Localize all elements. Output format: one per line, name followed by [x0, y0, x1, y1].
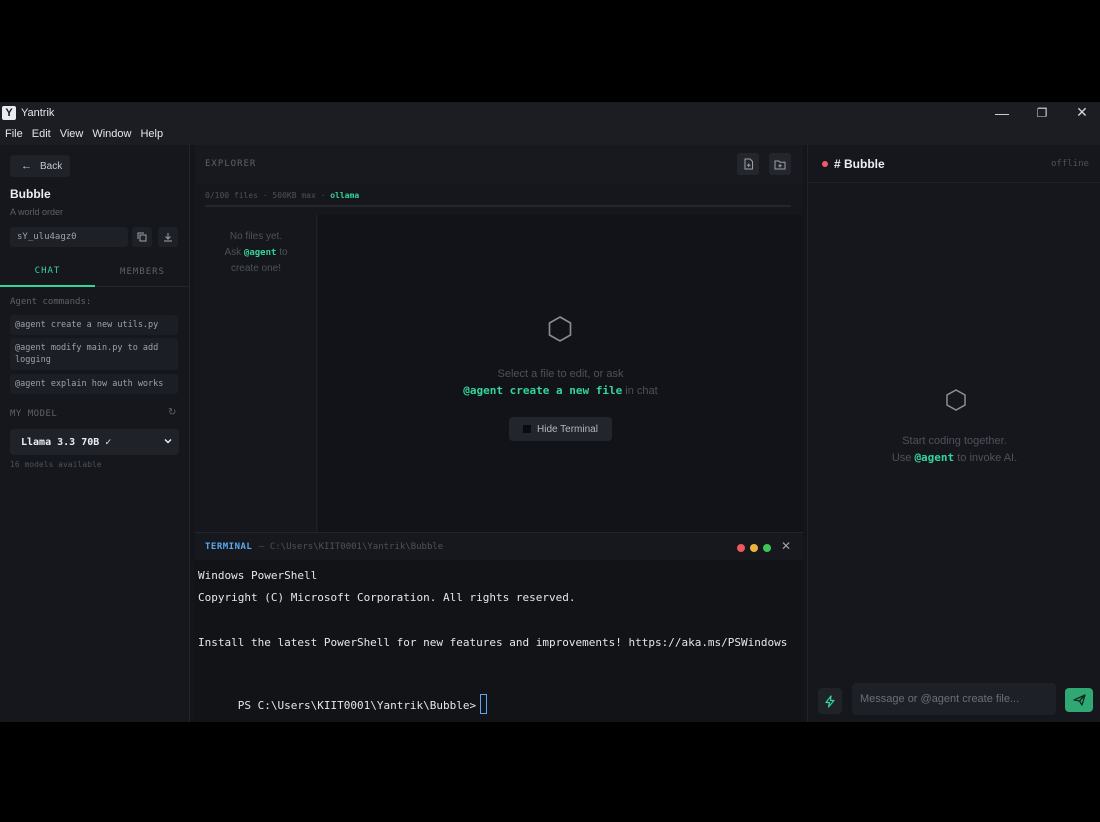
- refresh-icon[interactable]: ↻: [168, 407, 176, 418]
- send-icon: [1072, 694, 1086, 706]
- storage-bar: [205, 205, 791, 207]
- agent-command-item[interactable]: @agent modify main.py to add logging: [10, 338, 178, 370]
- models-available: 16 models available: [10, 460, 102, 469]
- agent-command-item[interactable]: @agent create a new utils.py: [10, 315, 178, 335]
- minimize-button[interactable]: —: [982, 102, 1022, 123]
- download-icon: [164, 233, 172, 242]
- chevron-down-icon: [164, 438, 172, 444]
- terminal-line: Install the latest PowerShell for new fe…: [198, 636, 788, 649]
- arrow-left-icon: ←: [21, 160, 32, 172]
- no-files-message: No files yet. Ask @agent to create one!: [195, 229, 317, 277]
- app-window: Y Yantrik — ❐ ✕ File Edit View Window He…: [0, 102, 1100, 722]
- terminal-prompt[interactable]: PS C:\Users\KIIT0001\Yantrik\Bubble>: [198, 681, 488, 722]
- file-stats-text: 0/100 files · 500KB max ·: [205, 191, 331, 200]
- no-files-to: to: [276, 247, 288, 258]
- editor-hint: Select a file to edit, or ask: [497, 368, 624, 380]
- close-window-button[interactable]: ✕: [1062, 102, 1100, 123]
- menu-edit[interactable]: Edit: [32, 128, 51, 140]
- terminal-dot-green: [763, 544, 771, 552]
- terminal-path: — C:\Users\KIIT0001\Yantrik\Bubble: [259, 542, 444, 552]
- connection-status: offline: [1051, 159, 1089, 169]
- copy-code-button[interactable]: [132, 227, 152, 247]
- editor-hint-command: @agent create a new file in chat: [318, 384, 803, 397]
- restore-button[interactable]: ❐: [1022, 102, 1062, 123]
- new-file-button[interactable]: [737, 153, 759, 175]
- model-select[interactable]: Llama 3.3 70B ✓: [10, 429, 179, 455]
- terminal-panel[interactable]: TERMINAL — C:\Users\KIIT0001\Yantrik\Bub…: [195, 532, 803, 722]
- agent-command-example: @agent create a new file: [463, 384, 623, 397]
- menu-window[interactable]: Window: [92, 128, 131, 140]
- title-bar: Y Yantrik — ❐ ✕: [0, 102, 1100, 123]
- new-folder-button[interactable]: [769, 153, 791, 175]
- tab-chat[interactable]: CHAT: [0, 257, 95, 287]
- hide-terminal-button[interactable]: Hide Terminal: [509, 417, 612, 441]
- room-code: sY_ulu4agz0: [10, 227, 128, 247]
- chat-header: # Bubble offline: [808, 145, 1100, 183]
- terminal-prompt-text: PS C:\Users\KIIT0001\Yantrik\Bubble>: [237, 699, 477, 712]
- agent-command-item[interactable]: @agent explain how auth works: [10, 374, 178, 394]
- terminal-dot-red: [737, 544, 745, 552]
- terminal-line: Copyright (C) Microsoft Corporation. All…: [198, 591, 576, 604]
- model-provider: ollama: [330, 191, 360, 200]
- terminal-title: TERMINAL: [205, 542, 253, 552]
- back-button-label: Back: [40, 160, 63, 172]
- tab-members[interactable]: MEMBERS: [95, 257, 190, 287]
- terminal-cursor: [480, 694, 488, 714]
- terminal-square-icon: [523, 425, 531, 433]
- explorer-header: EXPLORER: [195, 145, 803, 183]
- agent-mention: @agent: [914, 451, 955, 464]
- file-stats: 0/100 files · 500KB max · ollama: [205, 191, 359, 200]
- app-title: Yantrik: [21, 106, 55, 119]
- lightning-icon: [825, 694, 835, 708]
- model-heading: MY MODEL: [10, 409, 58, 419]
- back-button[interactable]: ← Back: [10, 155, 70, 177]
- menu-view[interactable]: View: [60, 128, 84, 140]
- model-select-value: Llama 3.3 70B ✓: [21, 436, 112, 448]
- hexagon-icon: [946, 389, 966, 411]
- hide-terminal-label: Hide Terminal: [537, 423, 598, 435]
- sidebar-tabs: CHAT MEMBERS: [0, 257, 189, 287]
- agent-button[interactable]: [818, 688, 842, 714]
- room-sidebar: ← Back Bubble A world order sY_ulu4agz0 …: [0, 145, 190, 722]
- chat-empty-hint: Use @agent to invoke AI.: [808, 451, 1100, 464]
- chat-room-title: # Bubble: [834, 157, 885, 171]
- agent-mention: @agent: [243, 248, 277, 258]
- file-tree: No files yet. Ask @agent to create one!: [195, 215, 317, 532]
- chat-empty-use: Use: [891, 452, 915, 464]
- download-button[interactable]: [158, 227, 178, 247]
- room-subtitle: A world order: [10, 207, 64, 217]
- new-folder-icon: [774, 160, 786, 169]
- chat-panel: # Bubble offline Start coding together. …: [807, 145, 1100, 722]
- hexagon-icon: [548, 316, 572, 342]
- no-files-line: create one!: [230, 263, 282, 274]
- close-terminal-button[interactable]: ✕: [781, 539, 791, 553]
- no-files-ask: Ask: [224, 247, 244, 258]
- chat-empty-message: Start coding together.: [902, 435, 1007, 447]
- copy-icon: [137, 232, 147, 242]
- terminal-dot-yellow: [750, 544, 758, 552]
- chat-message-input[interactable]: [852, 683, 1056, 715]
- terminal-header: TERMINAL — C:\Users\KIIT0001\Yantrik\Bub…: [195, 532, 803, 560]
- menu-help[interactable]: Help: [140, 128, 163, 140]
- new-file-icon: [744, 158, 753, 170]
- agent-commands-heading: Agent commands:: [10, 297, 92, 307]
- chat-empty-suffix: to invoke AI.: [954, 452, 1018, 464]
- status-dot: [822, 161, 828, 167]
- editor-area: Select a file to edit, or ask @agent cre…: [318, 215, 803, 532]
- no-files-line: Ask @agent to: [195, 245, 317, 261]
- terminal-line: Windows PowerShell: [198, 569, 318, 582]
- no-files-line: No files yet.: [229, 231, 283, 242]
- app-logo-icon: Y: [2, 105, 16, 120]
- send-button[interactable]: [1065, 688, 1093, 712]
- menu-file[interactable]: File: [5, 128, 23, 140]
- explorer-title: EXPLORER: [205, 159, 257, 169]
- room-name: Bubble: [10, 187, 51, 201]
- explorer-panel: EXPLORER 0/100 files · 500KB max · ollam…: [195, 145, 803, 532]
- menu-bar: File Edit View Window Help: [0, 123, 1100, 145]
- editor-hint-suffix: in chat: [622, 385, 658, 397]
